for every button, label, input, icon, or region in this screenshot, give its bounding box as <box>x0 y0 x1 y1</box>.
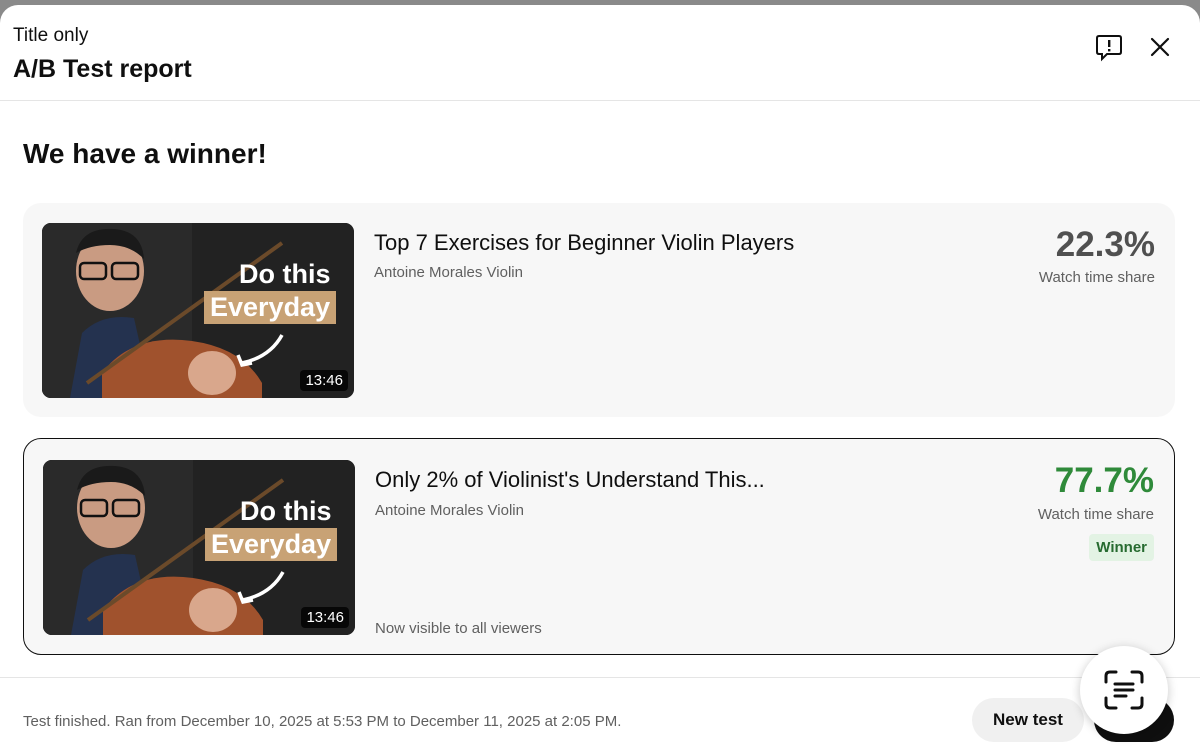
new-test-button[interactable]: New test <box>972 698 1084 742</box>
watch-time-share-label: Watch time share <box>1038 269 1155 286</box>
winner-badge: Winner <box>1089 534 1154 561</box>
video-duration: 13:46 <box>301 607 349 628</box>
result-heading: We have a winner! <box>23 138 267 169</box>
video-title[interactable]: Only 2% of Violinist's Understand This..… <box>375 467 765 493</box>
text-scan-icon <box>1104 670 1144 710</box>
dialog-header: Title only A/B Test report <box>0 5 1200 101</box>
watch-time-share-label: Watch time share <box>1037 506 1154 523</box>
thumbnail-text-line1: Do this <box>239 259 331 289</box>
video-thumbnail[interactable]: Do this Everyday 13:46 <box>42 223 354 398</box>
text-scan-button[interactable] <box>1080 646 1168 734</box>
video-duration: 13:46 <box>300 370 348 391</box>
channel-name: Antoine Morales Violin <box>375 502 524 519</box>
thumbnail-text-line1: Do this <box>240 496 332 526</box>
channel-name: Antoine Morales Violin <box>374 264 523 281</box>
video-thumbnail[interactable]: Do this Everyday 13:46 <box>43 460 355 635</box>
watch-time-share-value: 77.7% <box>1054 461 1154 500</box>
visibility-note: Now visible to all viewers <box>375 620 542 637</box>
feedback-button[interactable] <box>1089 27 1129 67</box>
ab-test-report-dialog: Title only A/B Test report We have a win… <box>0 5 1200 754</box>
dialog-footer: Test finished. Ran from December 10, 202… <box>0 677 1200 754</box>
test-status-text: Test finished. Ran from December 10, 202… <box>23 713 622 730</box>
thumbnail-text-line2: Everyday <box>205 528 338 561</box>
close-icon <box>1150 37 1170 57</box>
feedback-icon <box>1096 35 1122 62</box>
report-subtitle: Title only <box>13 25 89 46</box>
watch-time-share-value: 22.3% <box>1055 225 1155 264</box>
report-title: A/B Test report <box>13 55 192 83</box>
variant-card-b[interactable]: Do this Everyday 13:46 Only 2% of Violin… <box>23 438 1175 655</box>
variant-card-a[interactable]: Do this Everyday 13:46 Top 7 Exercises f… <box>23 203 1175 417</box>
thumbnail-text-line2: Everyday <box>204 291 337 324</box>
video-title[interactable]: Top 7 Exercises for Beginner Violin Play… <box>374 230 794 256</box>
close-button[interactable] <box>1140 27 1180 67</box>
